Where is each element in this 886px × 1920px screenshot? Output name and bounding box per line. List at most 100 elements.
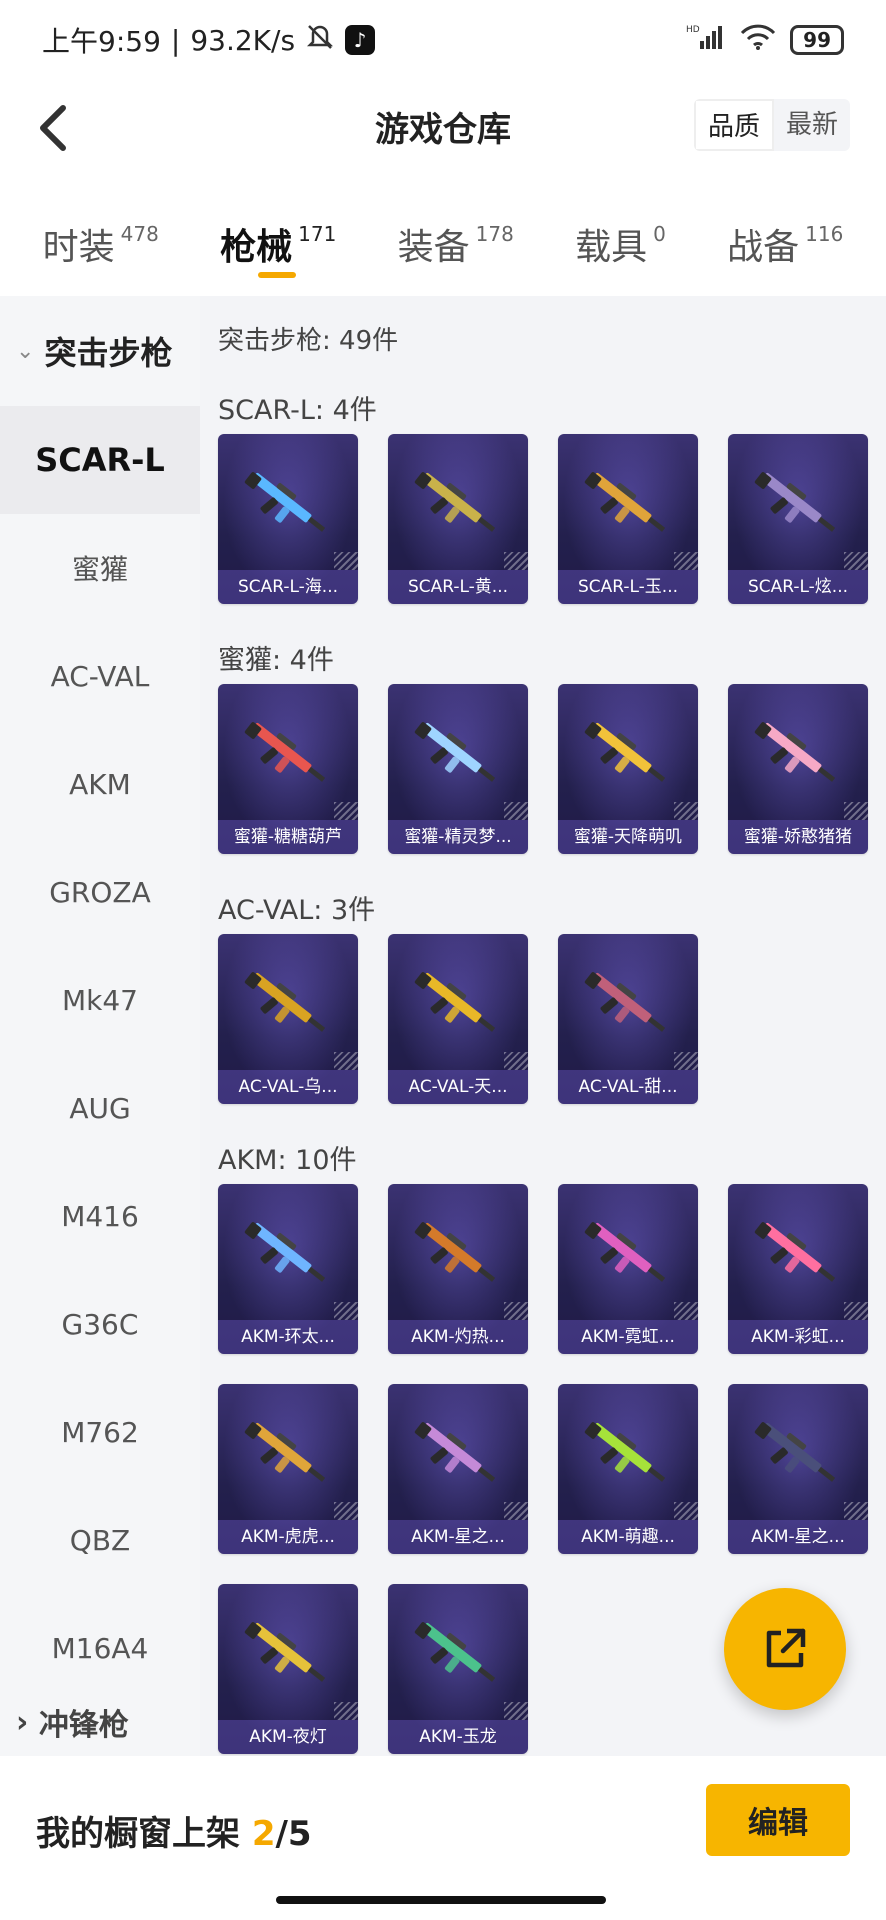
showcase-label: 我的橱窗上架 [36, 1814, 240, 1854]
status-net-speed: 93.2K/s [190, 23, 296, 57]
weapon-card[interactable]: AKM-霓虹... [558, 1184, 698, 1354]
weapon-card-label: AKM-星之... [728, 1520, 868, 1554]
card-corner-decoration [504, 1702, 528, 1720]
weapon-card-label: SCAR-L-黄... [388, 570, 528, 604]
sidebar-item[interactable]: GROZA [0, 838, 200, 946]
weapon-card[interactable]: AC-VAL-乌... [218, 934, 358, 1104]
edit-button[interactable]: 编辑 [706, 1784, 850, 1856]
svg-text:HD: HD [686, 25, 700, 35]
card-corner-decoration [504, 802, 528, 820]
gun-icon [244, 722, 326, 782]
weapon-card[interactable]: AC-VAL-天... [388, 934, 528, 1104]
tab-supplies[interactable]: 战备 116 [727, 200, 843, 270]
mute-icon [305, 22, 335, 59]
tab-vehicles[interactable]: 载具 0 [575, 200, 666, 270]
card-corner-decoration [504, 1502, 528, 1520]
back-button[interactable] [22, 98, 82, 158]
weapon-card-label: SCAR-L-海... [218, 570, 358, 604]
weapon-card[interactable]: AC-VAL-甜... [558, 934, 698, 1104]
weapon-card-label: AKM-虎虎... [218, 1520, 358, 1554]
gun-icon [414, 1422, 496, 1482]
tab-guns[interactable]: 枪械 171 [220, 200, 337, 278]
share-export-icon [766, 1628, 806, 1668]
tab-label: 时装 [42, 227, 115, 268]
group-title: SCAR-L: 4件 [218, 395, 377, 426]
gun-icon [244, 1622, 326, 1682]
card-corner-decoration [844, 1302, 868, 1320]
weapon-card[interactable]: AKM-夜灯 [218, 1584, 358, 1754]
sidebar-section-assault-rifles[interactable]: ⌄ 突击步枪 [0, 296, 200, 406]
sidebar-item[interactable]: AC-VAL [0, 622, 200, 730]
sidebar-item[interactable]: SCAR-L [0, 406, 200, 514]
gun-icon [414, 472, 496, 532]
weapon-card-label: AKM-萌趣... [558, 1520, 698, 1554]
tab-count: 171 [298, 222, 337, 246]
share-button[interactable] [724, 1588, 846, 1710]
card-corner-decoration [674, 552, 698, 570]
tab-count: 178 [475, 222, 514, 246]
sidebar-item[interactable]: M16A4 [0, 1594, 200, 1702]
sidebar-item[interactable]: M416 [0, 1162, 200, 1270]
group-title: 蜜獾: 4件 [218, 645, 334, 676]
gun-icon [584, 1222, 666, 1282]
weapon-card[interactable]: SCAR-L-玉... [558, 434, 698, 604]
card-corner-decoration [334, 552, 358, 570]
tab-fashion[interactable]: 时装 478 [43, 200, 159, 270]
weapon-card[interactable]: 蜜獾-精灵梦... [388, 684, 528, 854]
weapon-card[interactable]: AKM-环太... [218, 1184, 358, 1354]
weapon-card-label: AKM-玉龙 [388, 1720, 528, 1754]
weapon-card[interactable]: AKM-萌趣... [558, 1384, 698, 1554]
weapon-card[interactable]: SCAR-L-黄... [388, 434, 528, 604]
weapon-grid: 蜜獾-糖糖葫芦 蜜獾-精灵梦... 蜜獾-天降萌叽 蜜獾-娇憨猪猪 [218, 684, 878, 854]
sidebar-section-label: 突击步枪 [44, 334, 173, 372]
card-corner-decoration [504, 1302, 528, 1320]
weapon-card[interactable]: 蜜獾-娇憨猪猪 [728, 684, 868, 854]
sort-latest-button[interactable]: 最新 [774, 99, 850, 151]
card-corner-decoration [504, 1052, 528, 1070]
back-arrow-icon [40, 105, 66, 151]
sidebar-item[interactable]: 蜜獾 [0, 514, 200, 622]
weapon-card-label: AC-VAL-乌... [218, 1070, 358, 1104]
sidebar-item[interactable]: M762 [0, 1378, 200, 1486]
weapon-card[interactable]: AKM-彩虹... [728, 1184, 868, 1354]
tab-equipment[interactable]: 装备 178 [398, 200, 514, 270]
weapon-card-label: AKM-夜灯 [218, 1720, 358, 1754]
weapon-card[interactable]: AKM-灼热... [388, 1184, 528, 1354]
tab-label: 枪械 [220, 227, 293, 268]
gun-icon [244, 472, 326, 532]
sidebar-item[interactable]: G36C [0, 1270, 200, 1378]
gun-icon [754, 722, 836, 782]
sidebar-section-next[interactable]: › 冲锋枪 [0, 1702, 200, 1744]
status-divider: | [170, 23, 181, 57]
weapon-card-label: AC-VAL-甜... [558, 1070, 698, 1104]
home-indicator[interactable] [276, 1896, 606, 1904]
tab-count: 0 [653, 222, 666, 246]
sidebar-item[interactable]: AUG [0, 1054, 200, 1162]
weapon-card[interactable]: AKM-星之... [728, 1384, 868, 1554]
weapon-card[interactable]: SCAR-L-海... [218, 434, 358, 604]
weapon-card-label: 蜜獾-糖糖葫芦 [218, 820, 358, 854]
weapon-card[interactable]: AKM-星之... [388, 1384, 528, 1554]
sidebar-item[interactable]: QBZ [0, 1486, 200, 1594]
gun-icon [244, 1222, 326, 1282]
sort-quality-button[interactable]: 品质 [693, 99, 774, 151]
gun-icon [584, 972, 666, 1032]
card-corner-decoration [844, 1502, 868, 1520]
weapon-grid-panel: 突击步枪: 49件 SCAR-L: 4件 SCAR-L-海... SCAR-L-黄.… [200, 296, 886, 1756]
tab-label: 载具 [575, 227, 648, 268]
card-corner-decoration [334, 1052, 358, 1070]
gun-icon [414, 1222, 496, 1282]
weapon-card[interactable]: 蜜獾-天降萌叽 [558, 684, 698, 854]
sidebar-item[interactable]: Mk47 [0, 946, 200, 1054]
weapon-card[interactable]: 蜜獾-糖糖葫芦 [218, 684, 358, 854]
weapon-card[interactable]: AKM-玉龙 [388, 1584, 528, 1754]
showcase-current: 2 [251, 1814, 276, 1854]
weapon-card[interactable]: AKM-虎虎... [218, 1384, 358, 1554]
sidebar-item[interactable]: AKM [0, 730, 200, 838]
tab-count: 116 [805, 222, 844, 246]
card-corner-decoration [674, 802, 698, 820]
weapon-card[interactable]: SCAR-L-炫... [728, 434, 868, 604]
tab-count: 478 [120, 222, 159, 246]
status-time: 上午9:59 [42, 25, 161, 58]
content-total: 突击步枪: 49件 [218, 326, 399, 356]
